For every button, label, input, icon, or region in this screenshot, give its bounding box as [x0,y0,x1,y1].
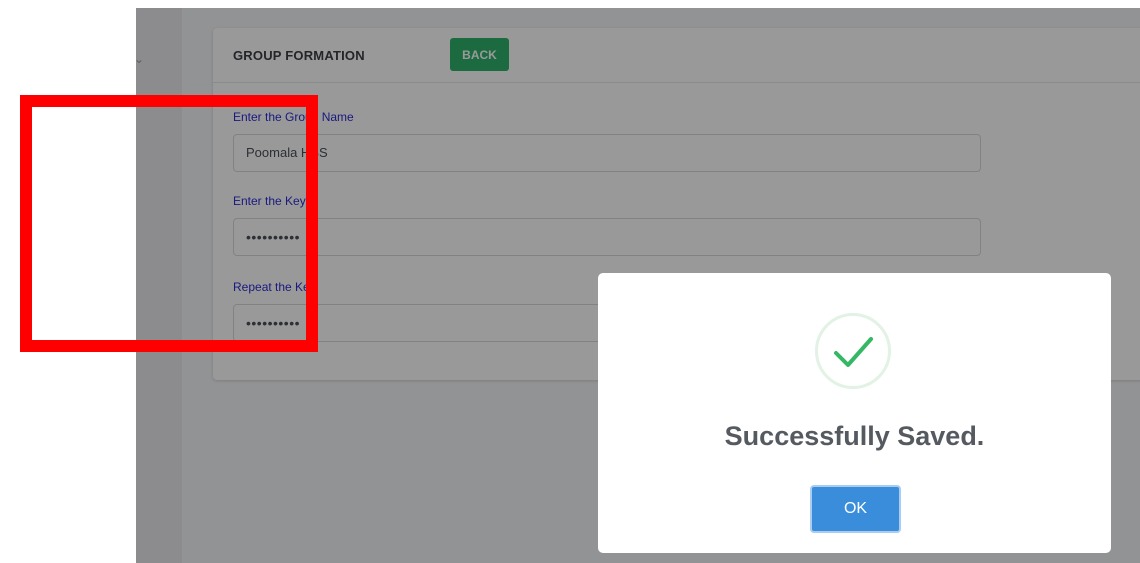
highlight-box [20,95,318,352]
ok-button[interactable]: OK [810,485,901,533]
success-dialog: Successfully Saved. OK [598,273,1111,553]
check-icon [815,313,891,389]
dialog-message: Successfully Saved. [724,421,985,451]
